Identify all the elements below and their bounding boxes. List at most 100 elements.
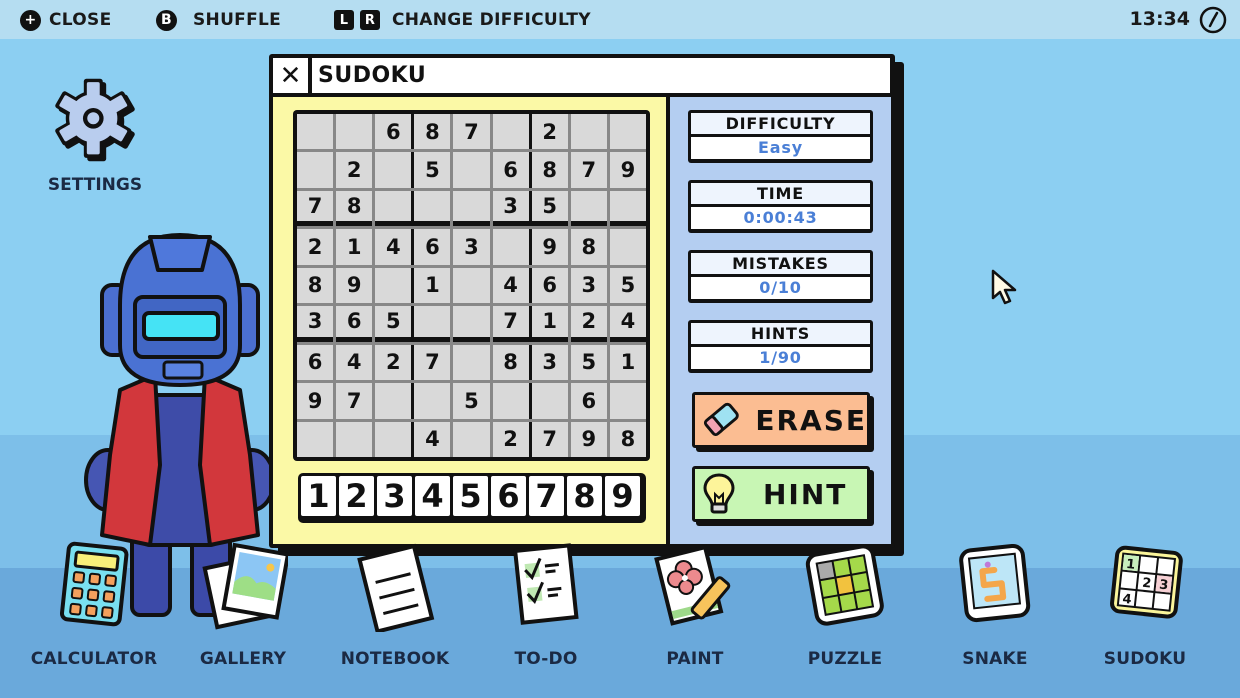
dock-todo[interactable]: TO-DO	[471, 540, 621, 669]
sudoku-cell[interactable]: 7	[453, 114, 490, 150]
sudoku-cell[interactable]: 6	[570, 383, 607, 419]
sudoku-cell[interactable]: 9	[609, 152, 646, 188]
sudoku-cell[interactable]: 6	[297, 344, 334, 381]
sudoku-cell[interactable]: 8	[297, 267, 334, 304]
number-button-2[interactable]: 2	[339, 476, 374, 516]
sudoku-cell[interactable]: 8	[570, 229, 607, 265]
sudoku-cell[interactable]: 7	[570, 152, 607, 188]
sudoku-cell[interactable]: 3	[297, 306, 334, 342]
sudoku-cell[interactable]: 8	[492, 344, 529, 381]
sudoku-cell[interactable]	[453, 344, 490, 381]
sudoku-cell[interactable]	[453, 421, 490, 457]
sudoku-cell[interactable]: 7	[297, 190, 334, 227]
sudoku-cell[interactable]	[492, 383, 529, 419]
sudoku-cell[interactable]: 2	[531, 114, 568, 150]
sudoku-cell[interactable]: 7	[414, 344, 451, 381]
sudoku-cell[interactable]: 8	[531, 152, 568, 188]
sudoku-cell[interactable]: 2	[375, 344, 412, 381]
dock-sudoku[interactable]: 123 4 SUDOKU	[1070, 540, 1220, 669]
sudoku-cell[interactable]: 5	[453, 383, 490, 419]
sudoku-cell[interactable]	[375, 190, 412, 227]
settings-app[interactable]: SETTINGS	[40, 75, 150, 195]
sudoku-cell[interactable]: 9	[570, 421, 607, 457]
sudoku-cell[interactable]: 5	[609, 267, 646, 304]
sudoku-cell[interactable]: 8	[336, 190, 373, 227]
sudoku-cell[interactable]	[375, 267, 412, 304]
number-button-9[interactable]: 9	[605, 476, 640, 516]
sudoku-cell[interactable]: 9	[336, 267, 373, 304]
sudoku-cell[interactable]: 1	[609, 344, 646, 381]
sudoku-cell[interactable]: 2	[492, 421, 529, 457]
sudoku-cell[interactable]: 4	[375, 229, 412, 265]
sudoku-cell[interactable]	[492, 114, 529, 150]
sudoku-cell[interactable]: 6	[336, 306, 373, 342]
sudoku-cell[interactable]: 4	[336, 344, 373, 381]
number-button-1[interactable]: 1	[301, 476, 336, 516]
sudoku-cell[interactable]	[375, 421, 412, 457]
sudoku-cell[interactable]: 3	[531, 344, 568, 381]
number-button-6[interactable]: 6	[491, 476, 526, 516]
sudoku-cell[interactable]: 2	[297, 229, 334, 265]
sudoku-cell[interactable]: 8	[609, 421, 646, 457]
sudoku-cell[interactable]	[336, 114, 373, 150]
sudoku-cell[interactable]	[414, 190, 451, 227]
sudoku-cell[interactable]	[414, 306, 451, 342]
sudoku-cell[interactable]	[297, 114, 334, 150]
sudoku-cell[interactable]	[453, 152, 490, 188]
sudoku-cell[interactable]: 6	[531, 267, 568, 304]
sudoku-cell[interactable]: 5	[570, 344, 607, 381]
sudoku-cell[interactable]	[336, 421, 373, 457]
sudoku-cell[interactable]	[609, 383, 646, 419]
number-button-5[interactable]: 5	[453, 476, 488, 516]
sudoku-cell[interactable]: 6	[414, 229, 451, 265]
change-difficulty-hint[interactable]: L R CHANGE DIFFICULTY	[334, 9, 591, 31]
sudoku-cell[interactable]: 7	[531, 421, 568, 457]
number-button-3[interactable]: 3	[377, 476, 412, 516]
sudoku-cell[interactable]: 9	[531, 229, 568, 265]
sudoku-cell[interactable]: 2	[336, 152, 373, 188]
sudoku-cell[interactable]: 7	[492, 306, 529, 342]
sudoku-cell[interactable]	[414, 383, 451, 419]
sudoku-cell[interactable]: 9	[297, 383, 334, 419]
sudoku-cell[interactable]: 1	[336, 229, 373, 265]
sudoku-cell[interactable]	[453, 267, 490, 304]
sudoku-cell[interactable]: 5	[531, 190, 568, 227]
sudoku-cell[interactable]	[297, 152, 334, 188]
sudoku-cell[interactable]	[492, 229, 529, 265]
dock-puzzle[interactable]: PUZZLE	[770, 540, 920, 669]
sudoku-cell[interactable]	[609, 229, 646, 265]
sudoku-cell[interactable]	[375, 383, 412, 419]
sudoku-cell[interactable]: 3	[492, 190, 529, 227]
sudoku-cell[interactable]: 8	[414, 114, 451, 150]
dock-gallery[interactable]: GALLERY	[168, 540, 318, 669]
erase-button[interactable]: ERASE	[692, 392, 870, 448]
sudoku-cell[interactable]: 4	[414, 421, 451, 457]
sudoku-cell[interactable]: 4	[609, 306, 646, 342]
number-button-8[interactable]: 8	[567, 476, 602, 516]
sudoku-cell[interactable]	[570, 114, 607, 150]
dock-calculator[interactable]: CALCULATOR	[19, 540, 169, 669]
sudoku-cell[interactable]	[453, 306, 490, 342]
sudoku-cell[interactable]	[609, 190, 646, 227]
sudoku-cell[interactable]: 1	[531, 306, 568, 342]
sudoku-cell[interactable]: 1	[414, 267, 451, 304]
dock-paint[interactable]: PAINT	[620, 540, 770, 669]
sudoku-cell[interactable]: 7	[336, 383, 373, 419]
sudoku-cell[interactable]	[375, 152, 412, 188]
number-button-4[interactable]: 4	[415, 476, 450, 516]
sudoku-cell[interactable]	[609, 114, 646, 150]
sudoku-cell[interactable]: 5	[414, 152, 451, 188]
sudoku-cell[interactable]	[297, 421, 334, 457]
sudoku-cell[interactable]	[453, 190, 490, 227]
sudoku-cell[interactable]: 5	[375, 306, 412, 342]
close-hint[interactable]: + CLOSE	[20, 9, 112, 31]
number-button-7[interactable]: 7	[529, 476, 564, 516]
dock-notebook[interactable]: NOTEBOOK	[320, 540, 470, 669]
dock-snake[interactable]: SNAKE	[920, 540, 1070, 669]
shuffle-hint[interactable]: B SHUFFLE	[156, 9, 281, 31]
sudoku-cell[interactable]	[570, 190, 607, 227]
sudoku-cell[interactable]: 3	[453, 229, 490, 265]
sudoku-cell[interactable]: 2	[570, 306, 607, 342]
sudoku-cell[interactable]	[531, 383, 568, 419]
sudoku-cell[interactable]: 6	[375, 114, 412, 150]
